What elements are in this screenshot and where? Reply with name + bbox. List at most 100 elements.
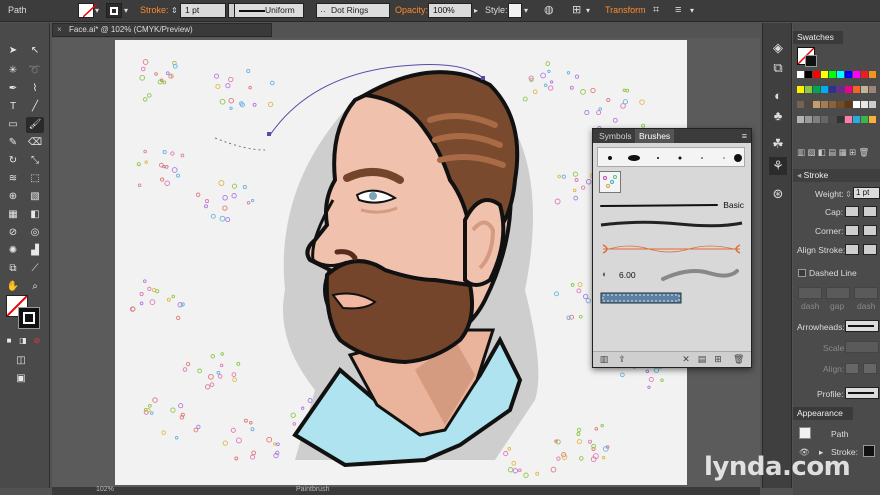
round-join-button[interactable] bbox=[863, 225, 877, 236]
stroke-color-box[interactable] bbox=[18, 307, 40, 329]
color-guide-icon[interactable]: ♣ bbox=[769, 107, 787, 125]
basic-brush-row[interactable]: Basic bbox=[599, 199, 744, 213]
place-brush-icon[interactable]: ⇪ bbox=[617, 354, 627, 365]
zoom-level[interactable]: 102% bbox=[96, 486, 114, 493]
butt-cap-button[interactable] bbox=[845, 206, 859, 217]
selection-tool-icon[interactable]: ➤ bbox=[4, 43, 22, 59]
brush-libraries-icon[interactable]: ▥ bbox=[599, 354, 609, 365]
color-icon[interactable]: ◐ bbox=[769, 87, 787, 105]
swatch-chip[interactable] bbox=[821, 101, 828, 108]
dash-field-2[interactable] bbox=[854, 287, 878, 299]
screen-mode-icon[interactable]: ▣ bbox=[12, 371, 30, 387]
swatch-chip[interactable] bbox=[805, 86, 812, 93]
style-swatch[interactable] bbox=[508, 3, 522, 18]
scale-tool-icon[interactable]: ⤡ bbox=[26, 153, 44, 169]
control-options-icon[interactable]: ≡ bbox=[675, 3, 681, 18]
isolate-icon[interactable]: ⌗ bbox=[653, 3, 659, 18]
style-dropdown-icon[interactable]: ▾ bbox=[524, 3, 528, 18]
none-mode-icon[interactable]: ⊘ bbox=[32, 333, 42, 349]
magic-wand-icon[interactable]: ✳ bbox=[4, 63, 22, 79]
paintbrush-tool-icon[interactable]: 🖌 bbox=[26, 117, 44, 133]
swatch-chip[interactable] bbox=[813, 71, 820, 78]
new-brush-icon[interactable]: ⊞ bbox=[713, 354, 723, 365]
dash-field-1[interactable] bbox=[798, 287, 822, 299]
swatch-chip[interactable] bbox=[853, 71, 860, 78]
art-brush-row-ornate[interactable] bbox=[599, 239, 744, 259]
symbols-icon[interactable]: ☘ bbox=[769, 135, 787, 153]
shape-builder-icon[interactable]: ⊕ bbox=[4, 189, 22, 205]
swatch-chip[interactable] bbox=[797, 116, 804, 123]
stroke-swatch[interactable] bbox=[106, 3, 122, 18]
pencil-tool-icon[interactable]: ✎ bbox=[4, 135, 22, 151]
opacity-arrow-icon[interactable]: ▸ bbox=[474, 3, 478, 18]
calligraphic-brush-row[interactable] bbox=[597, 147, 745, 167]
swatch-chip[interactable] bbox=[845, 101, 852, 108]
rotate-tool-icon[interactable]: ↻ bbox=[4, 153, 22, 169]
fill-swatch[interactable] bbox=[78, 3, 98, 18]
align-center-button[interactable] bbox=[845, 244, 859, 255]
align-inside-button[interactable] bbox=[863, 244, 877, 255]
weight-stepper-icon[interactable]: ⇕ bbox=[845, 189, 852, 200]
eraser-tool-icon[interactable]: ⌫ bbox=[26, 135, 44, 151]
swatch-chip[interactable] bbox=[861, 101, 868, 108]
swatch-chip[interactable] bbox=[845, 86, 852, 93]
swatch-chip[interactable] bbox=[805, 116, 812, 123]
panel-menu-icon[interactable]: ≡ bbox=[742, 129, 747, 143]
swatch-chip[interactable] bbox=[797, 86, 804, 93]
drawing-modes-icon[interactable]: ◫ bbox=[12, 353, 30, 369]
opacity-label[interactable]: Opacity: bbox=[395, 3, 428, 18]
swatch-chip[interactable] bbox=[805, 101, 812, 108]
brush-options-icon[interactable]: ▤ bbox=[697, 354, 707, 365]
dashed-line-checkbox[interactable] bbox=[798, 269, 806, 277]
swatch-chip[interactable] bbox=[869, 86, 876, 93]
opacity-field[interactable]: 100% bbox=[428, 3, 472, 18]
swatches-panel-title[interactable]: Swatches bbox=[793, 31, 843, 44]
miter-join-button[interactable] bbox=[845, 225, 859, 236]
swatch-chip[interactable] bbox=[813, 101, 820, 108]
swatch-chip[interactable] bbox=[861, 116, 868, 123]
rectangle-tool-icon[interactable]: ▭ bbox=[4, 117, 22, 133]
fill-dropdown-icon[interactable]: ▾ bbox=[95, 3, 99, 18]
swatch-chip[interactable] bbox=[797, 71, 804, 78]
transform-link[interactable]: Transform bbox=[605, 3, 646, 18]
free-transform-icon[interactable]: ⬚ bbox=[26, 171, 44, 187]
zoom-tool-icon[interactable]: ⌕ bbox=[26, 279, 44, 295]
swatch-chip[interactable] bbox=[829, 101, 836, 108]
swatch-chip[interactable] bbox=[869, 116, 876, 123]
slice-tool-icon[interactable]: ⟋ bbox=[26, 261, 44, 277]
control-menu-icon[interactable]: ▾ bbox=[690, 3, 694, 18]
tab-brushes[interactable]: Brushes bbox=[635, 129, 675, 143]
arrowhead-start-dropdown[interactable] bbox=[845, 320, 879, 332]
line-tool-icon[interactable]: ╱ bbox=[26, 99, 44, 115]
brushes-icon[interactable]: ⚘ bbox=[769, 157, 787, 175]
gradient-tool-icon[interactable]: ◧ bbox=[26, 207, 44, 223]
document-tab[interactable]: × Face.ai* @ 102% (CMYK/Preview) bbox=[52, 23, 272, 37]
swatch-chip[interactable] bbox=[869, 101, 876, 108]
warp-tool-icon[interactable]: ≋ bbox=[4, 171, 22, 187]
type-tool-icon[interactable]: T bbox=[4, 99, 22, 115]
swatch-chip[interactable] bbox=[837, 71, 844, 78]
swatch-chip[interactable] bbox=[821, 86, 828, 93]
swatch-chip[interactable] bbox=[837, 116, 844, 123]
align-dropdown-icon[interactable]: ▾ bbox=[586, 3, 590, 18]
swatch-chip[interactable] bbox=[853, 116, 860, 123]
brush-definition[interactable]: ·· Dot Rings bbox=[316, 3, 390, 18]
blend-tool-icon[interactable]: ◎ bbox=[26, 225, 44, 241]
pen-tool-icon[interactable]: ✒ bbox=[4, 81, 22, 97]
swatch-chip[interactable] bbox=[845, 116, 852, 123]
appearance-stroke-swatch[interactable] bbox=[863, 445, 875, 457]
swatch-chip[interactable] bbox=[861, 86, 868, 93]
swatch-stroke-black[interactable] bbox=[805, 55, 817, 67]
lasso-icon[interactable]: ➰ bbox=[26, 63, 44, 79]
weight-field[interactable]: 1 pt bbox=[853, 187, 880, 199]
swatch-chip[interactable] bbox=[805, 71, 812, 78]
art-brush-row-charcoal[interactable] bbox=[599, 217, 744, 231]
remove-brush-stroke-icon[interactable]: ✕ bbox=[681, 354, 691, 365]
graphic-styles-icon[interactable]: ⊛ bbox=[769, 185, 787, 203]
swatch-chip[interactable] bbox=[829, 116, 836, 123]
live-paint-icon[interactable]: ▧ bbox=[26, 189, 44, 205]
appearance-panel-title[interactable]: Appearance bbox=[793, 407, 853, 420]
align-icon[interactable]: ⊞ bbox=[572, 3, 581, 18]
stroke-panel-title[interactable]: ◂ Stroke bbox=[793, 169, 880, 182]
curvature-tool-icon[interactable]: ⌇ bbox=[26, 81, 44, 97]
